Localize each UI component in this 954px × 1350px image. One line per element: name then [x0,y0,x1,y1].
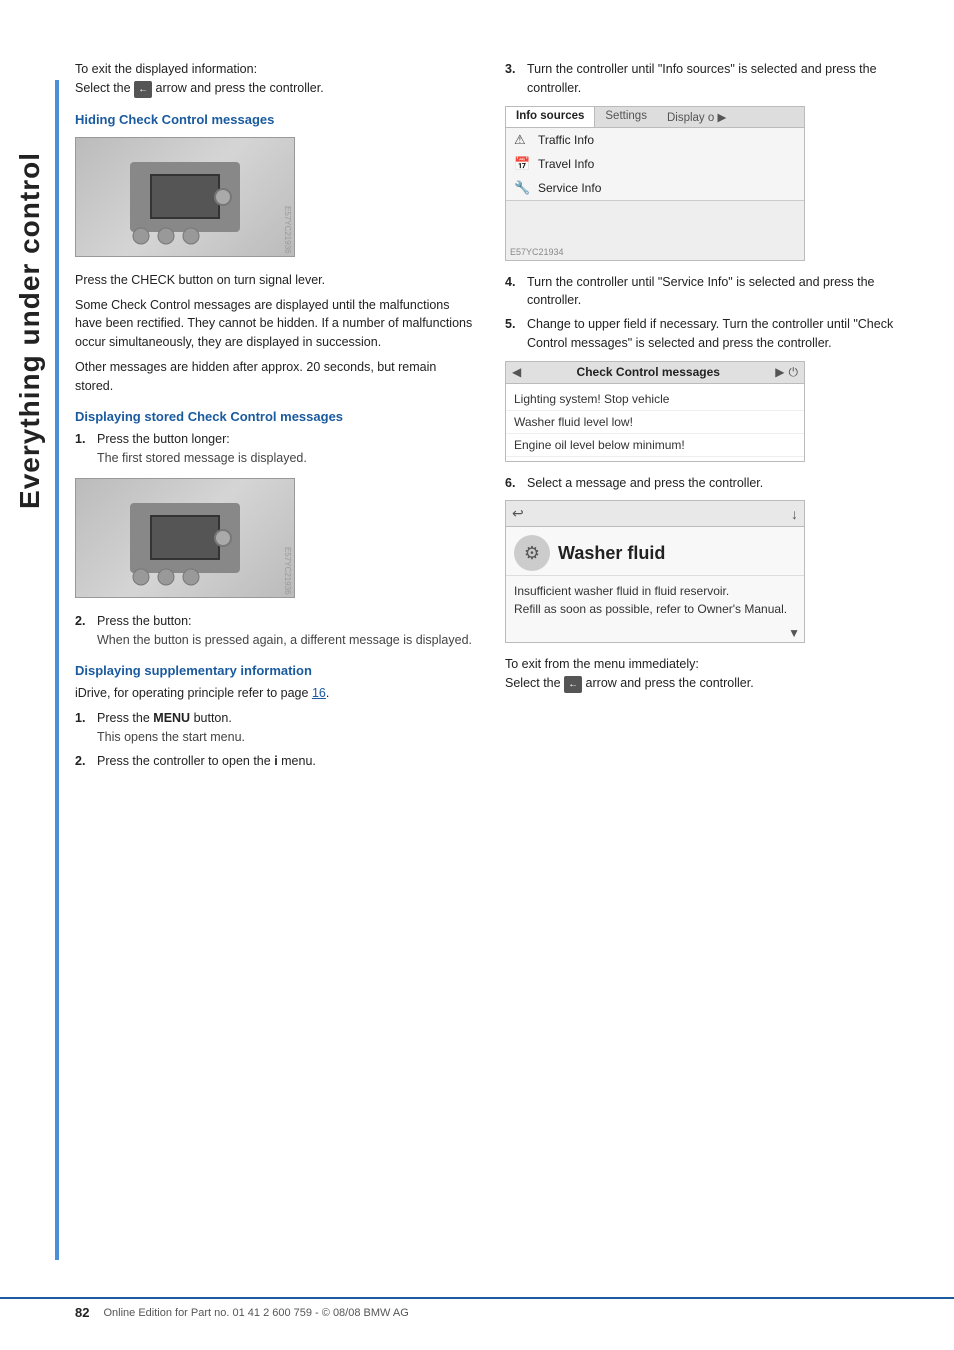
cc-title: Check Control messages [525,365,771,379]
device-inner-1 [130,162,240,232]
step1: 1. Press the button longer: The first st… [75,430,475,468]
info-row-travel: 📅 Travel Info [506,152,804,176]
travel-info-icon: 📅 [514,156,532,172]
tab-info-sources[interactable]: Info sources [506,107,595,127]
section1-heading: Hiding Check Control messages [75,112,475,127]
step3: 1. Press the MENU button. This opens the… [75,709,475,747]
intro-exit: To exit the displayed information: Selec… [75,60,475,98]
right-step4: 4. Turn the controller until "Service In… [505,273,905,311]
device-image-1: E57YC21936 [75,137,295,257]
step4: 2. Press the controller to open the i me… [75,752,475,771]
footer-text: Online Edition for Part no. 01 41 2 600 … [103,1307,408,1319]
image-tag-2: E57YC21936 [283,547,292,595]
right-column: 3. Turn the controller until "Info sourc… [505,60,905,775]
right-step3: 3. Turn the controller until "Info sourc… [505,60,905,98]
sidebar-title: Everything under control [0,80,60,580]
wf-body: Insufficient washer fluid in fluid reser… [506,576,804,624]
info-row-service: 🔧 Service Info [506,176,804,200]
wf-title: Washer fluid [558,543,665,564]
i-menu-icon: i [274,754,277,768]
device-screen-2 [150,515,220,560]
travel-info-label: Travel Info [538,157,594,171]
device-image-2: E57YC21936 [75,478,295,598]
service-info-icon: 🔧 [514,180,532,196]
traffic-info-icon: ⚠ [514,132,532,148]
wf-scroll-arrow: ▼ [788,626,800,640]
cc-body: Lighting system! Stop vehicle Washer flu… [506,384,804,461]
device-button-1 [214,188,232,206]
tab-settings[interactable]: Settings [595,107,657,127]
cc-right-arrow: ▶ [775,365,784,379]
page-number: 82 [75,1305,89,1320]
screenshot-tabs: Info sources Settings Display o ▶ [506,107,804,128]
device-dials [126,226,206,246]
wf-scroll: ▼ [506,624,804,642]
washer-fluid-box: ↩ ↓ ⚙ Washer fluid Insufficient washer f… [505,500,805,643]
section1-body1: Press the CHECK button on turn signal le… [75,271,475,290]
wf-download-arrow: ↓ [791,506,798,522]
image-tag-1: E57YC21936 [283,206,292,254]
device-dials-2 [126,567,206,587]
cc-item-1[interactable]: Lighting system! Stop vehicle [506,388,804,411]
screenshot-tag-1: E57YC21934 [510,247,564,257]
section2-heading: Displaying stored Check Control messages [75,409,475,424]
wf-header: ↩ ↓ [506,501,804,527]
info-row-traffic: ⚠ Traffic Info [506,128,804,152]
left-column: To exit the displayed information: Selec… [75,60,475,775]
page-link-16[interactable]: 16 [312,686,326,700]
check-control-box: ◀ Check Control messages ▶ ⏻ Lighting sy… [505,361,805,462]
menu-label: MENU [153,711,190,725]
section3-body: iDrive, for operating principle refer to… [75,684,475,703]
wf-back-arrow[interactable]: ↩ [512,505,524,522]
section1-body3: Other messages are hidden after approx. … [75,358,475,396]
traffic-info-label: Traffic Info [538,133,594,147]
tab-display[interactable]: Display o ▶ [657,107,736,127]
cc-item-3[interactable]: Engine oil level below minimum! [506,434,804,457]
exit-text: To exit from the menu immediately: Selec… [505,655,905,693]
cc-power: ⏻ [789,365,799,380]
device-screen-1 [150,174,220,219]
cc-left-arrow: ◀ [512,365,521,379]
exit-back-arrow: ← [564,676,582,693]
device-button-2 [214,529,232,547]
right-step5: 5. Change to upper field if necessary. T… [505,315,905,353]
cc-item-2[interactable]: Washer fluid level low! [506,411,804,434]
right-step6: 6. Select a message and press the contro… [505,474,905,493]
page-footer: 82 Online Edition for Part no. 01 41 2 6… [0,1297,954,1320]
wf-title-row: ⚙ Washer fluid [506,527,804,576]
wf-icon: ⚙ [514,535,550,571]
info-sources-screenshot: Info sources Settings Display o ▶ ⚠ Traf… [505,106,805,261]
section3-heading: Displaying supplementary information [75,663,475,678]
cc-header: ◀ Check Control messages ▶ ⏻ [506,362,804,384]
service-info-label: Service Info [538,181,601,195]
step2: 2. Press the button: When the button is … [75,612,475,650]
device-inner-2 [130,503,240,573]
screenshot-footer-1: E57YC21934 [506,200,804,260]
back-arrow-symbol: ← [134,81,152,98]
section1-body2: Some Check Control messages are displaye… [75,296,475,352]
